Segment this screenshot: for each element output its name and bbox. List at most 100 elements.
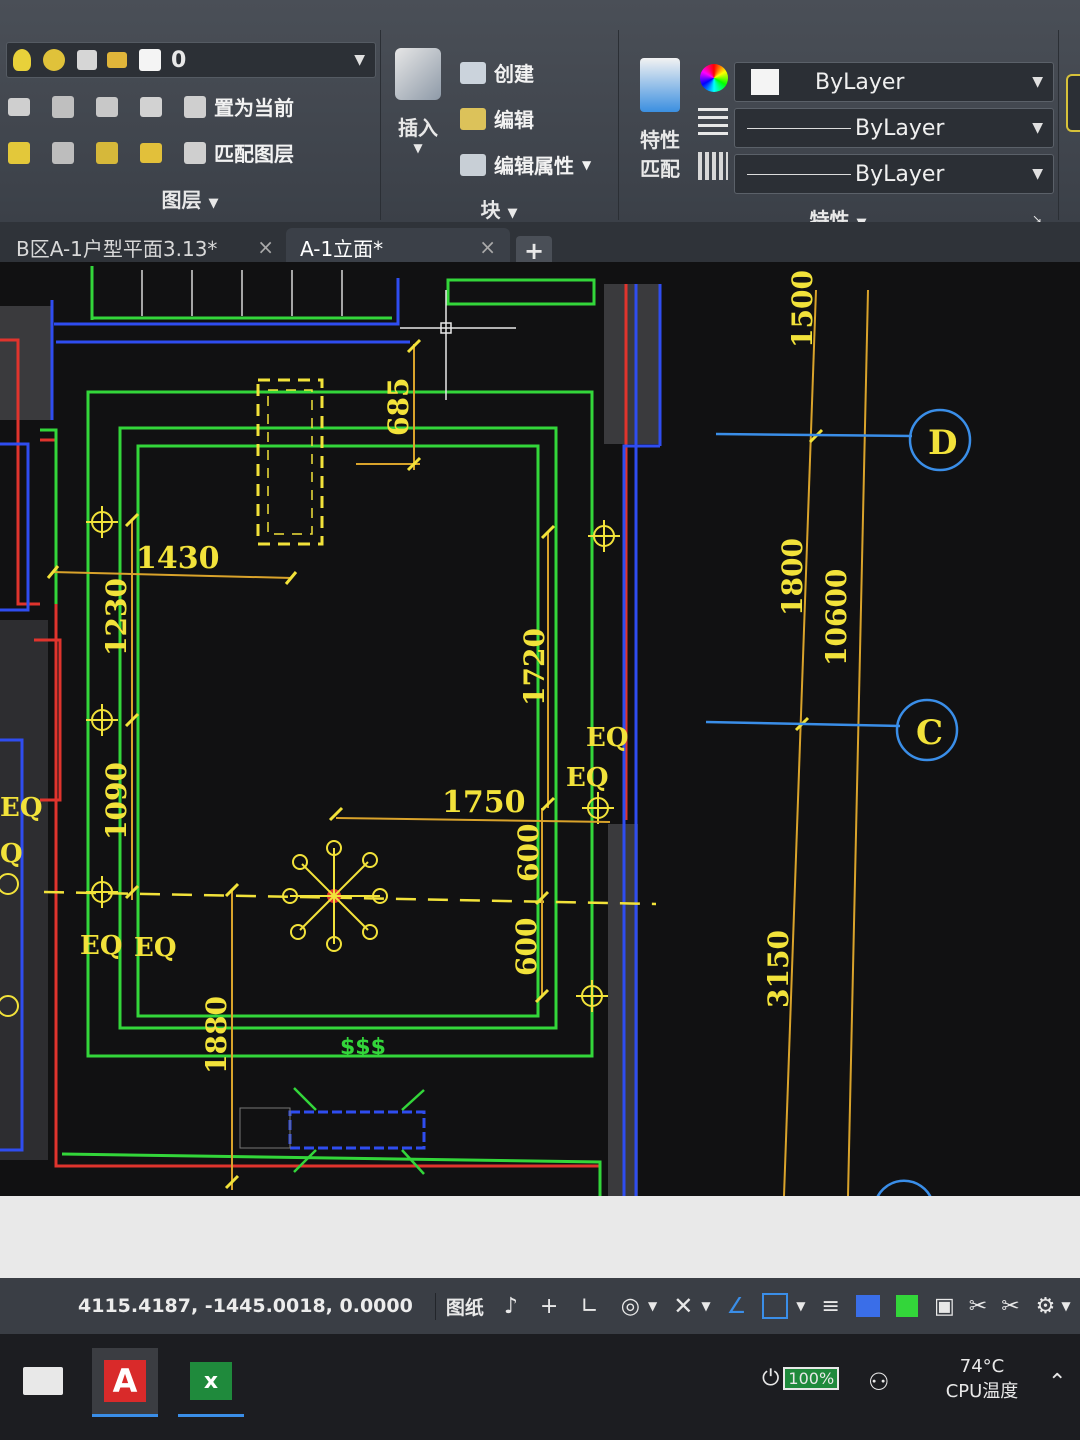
layer-unlock-icon[interactable] <box>140 142 162 163</box>
edit-block-button[interactable]: 编辑 <box>460 104 534 133</box>
block-panel-title[interactable]: 块 ▼ <box>380 194 618 223</box>
mail-icon <box>23 1367 63 1395</box>
dim-685: 685 <box>382 378 415 436</box>
snap-icon[interactable]: ♪ <box>504 1294 518 1319</box>
svg-text:$$$: $$$ <box>340 1035 386 1060</box>
switch-symbols: $$$ <box>340 1035 386 1060</box>
dim-3150: 3150 <box>762 930 795 1008</box>
layer-tools-row1: 置为当前 <box>8 92 294 121</box>
dim-1430: 1430 <box>136 541 220 576</box>
coordinate-readout[interactable]: 4115.4187, -1445.0018, 0.0000 <box>78 1295 413 1317</box>
chevron-down-icon[interactable]: ▼ <box>796 1299 805 1313</box>
match-properties-button[interactable]: 特性 匹配 <box>632 58 688 182</box>
create-block-icon <box>460 61 486 84</box>
lineweight-icon[interactable] <box>698 108 728 136</box>
edit-attributes-label: 编辑属性 <box>494 154 574 178</box>
annotation-scale-icon[interactable]: ✂ <box>969 1294 987 1319</box>
dim-1880: 1880 <box>200 996 233 1074</box>
layer-tools-row2: 匹配图层 <box>8 138 294 167</box>
chevron-down-icon: ▼ <box>413 141 423 155</box>
infer-constraints-icon[interactable]: + <box>540 1294 558 1319</box>
tab-elevation-label: A-1立面* <box>300 236 384 261</box>
grid-label-c: C <box>916 713 943 753</box>
eq-label: EQ <box>0 793 42 823</box>
command-line-area[interactable] <box>0 1196 1080 1278</box>
chevron-down-icon: ▼ <box>507 206 518 221</box>
tab-floor-plan-label: B区A-1户型平面3.13* <box>16 236 218 261</box>
create-block-button[interactable]: 创建 <box>460 58 534 87</box>
dynamic-input-icon[interactable] <box>762 1293 789 1319</box>
match-properties-label-2: 匹配 <box>640 157 680 181</box>
color-swatch-icon <box>751 69 779 95</box>
insert-label: 插入 <box>398 116 438 140</box>
color-value: ByLayer <box>815 69 905 95</box>
dynamic-ucs-icon[interactable]: ∠ <box>727 1294 747 1319</box>
layer-freeze-icon[interactable] <box>96 96 118 117</box>
top-cabinet-strip <box>141 270 596 316</box>
close-icon[interactable]: × <box>479 235 496 259</box>
close-icon[interactable]: × <box>257 235 274 259</box>
crosshair-cursor <box>400 290 516 400</box>
annotation-visibility-icon[interactable]: ✂ <box>1001 1294 1019 1319</box>
ortho-icon[interactable]: ∟ <box>580 1294 598 1319</box>
cad-drawing[interactable]: $$$ 685 1430 1230 1720 1090 1750 600 600… <box>0 262 1080 1202</box>
create-block-label: 创建 <box>494 62 534 86</box>
drawing-canvas[interactable]: $$$ 685 1430 1230 1720 1090 1750 600 600… <box>0 262 1080 1202</box>
annotation-monitor-icon[interactable]: ▣ <box>934 1294 955 1319</box>
vent-arrows <box>293 1087 425 1175</box>
layer-unisolate-icon[interactable] <box>52 141 74 164</box>
chevron-down-icon[interactable]: ▼ <box>1061 1299 1070 1313</box>
battery-indicator[interactable]: ⏻ 100% <box>762 1366 840 1391</box>
layer-dropdown[interactable]: 0 ▼ <box>6 42 376 78</box>
groups-panel-edge[interactable] <box>1066 74 1080 132</box>
settings-gear-icon[interactable]: ⚙ <box>1036 1294 1056 1319</box>
dim-600-upper: 600 <box>512 824 545 882</box>
vent-grille <box>239 1107 291 1149</box>
chevron-down-icon[interactable]: ▼ <box>701 1299 710 1313</box>
eq-label: EQ <box>80 931 122 961</box>
color-dropdown[interactable]: ByLayer ▼ <box>734 62 1054 102</box>
dashed-fixture-inner <box>267 389 313 535</box>
layer-thaw-icon[interactable] <box>96 141 118 164</box>
edit-attributes-button[interactable]: 编辑属性 ▼ <box>460 150 591 179</box>
insert-button[interactable]: 插入 ▼ <box>388 48 448 155</box>
layer-off-icon[interactable] <box>8 97 30 116</box>
chevron-down-icon[interactable]: ▼ <box>354 52 365 68</box>
tab-elevation[interactable]: A-1立面* × <box>286 228 510 266</box>
lineweight-dropdown[interactable]: ByLayer ▼ <box>734 154 1054 194</box>
cpu-temperature[interactable]: 74°C CPU温度 <box>940 1356 1024 1403</box>
dim-1500: 1500 <box>786 270 819 348</box>
network-people-icon[interactable]: ⚇ <box>868 1368 890 1396</box>
mail-app-button[interactable] <box>10 1348 76 1414</box>
color-wheel-icon[interactable] <box>700 64 728 92</box>
grid-lines <box>705 408 972 1201</box>
excel-app-button[interactable]: x <box>178 1348 244 1417</box>
transparency-icon[interactable] <box>855 1295 880 1317</box>
cpu-temp-label: CPU温度 <box>945 1381 1019 1402</box>
layer-isolate-icon[interactable] <box>52 95 74 118</box>
chandelier-icon <box>282 840 388 952</box>
layer-lock-tool-icon[interactable] <box>140 96 162 117</box>
match-layer-button[interactable]: 匹配图层 <box>214 138 294 167</box>
autocad-app-button[interactable]: A <box>92 1348 158 1417</box>
linetype-icon[interactable] <box>698 152 728 180</box>
object-snap-icon[interactable]: ✕ <box>673 1292 693 1320</box>
tab-floor-plan[interactable]: B区A-1户型平面3.13* × <box>2 228 288 266</box>
linetype-dropdown[interactable]: ByLayer ▼ <box>734 108 1054 148</box>
chevron-up-icon[interactable]: ⌃ <box>1048 1370 1066 1395</box>
lineweight-display-icon[interactable]: ≡ <box>822 1294 840 1319</box>
line-sample <box>747 173 851 175</box>
block-panel-title-text: 块 <box>480 198 501 222</box>
chevron-down-icon[interactable]: ▼ <box>648 1299 657 1313</box>
match-layer-icon <box>184 141 206 164</box>
set-current-button[interactable]: 置为当前 <box>214 92 294 121</box>
layers-panel-title[interactable]: 图层 ▼ <box>0 184 380 213</box>
selection-cycling-icon[interactable] <box>895 1295 918 1317</box>
power-plug-icon: ⏻ <box>762 1366 780 1391</box>
paper-space-toggle[interactable]: 图纸 <box>434 1292 484 1320</box>
chevron-down-icon: ▼ <box>1032 166 1043 182</box>
polar-tracking-icon[interactable]: ◎ <box>621 1294 640 1319</box>
layers-panel-title-text: 图层 <box>161 188 202 212</box>
layer-on-icon[interactable] <box>8 141 30 164</box>
sun-icon <box>43 49 65 71</box>
